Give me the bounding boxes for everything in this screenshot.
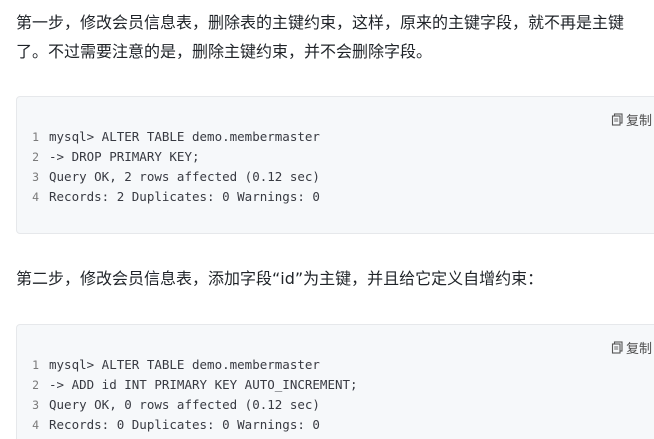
code-line: 3 Query OK, 0 rows affected (0.12 sec) [17, 395, 358, 415]
code-lines: 1 mysql> ALTER TABLE demo.membermaster 2-… [17, 127, 320, 207]
code-lines: 1 mysql> ALTER TABLE demo.membermaster 2-… [17, 355, 358, 435]
code-text: Records: 2 Duplicates: 0 Warnings: 0 [49, 189, 320, 204]
code-line: 1 mysql> ALTER TABLE demo.membermaster [17, 355, 358, 375]
code-text: Query OK, 0 rows affected (0.12 sec) [49, 397, 320, 412]
copy-icon [611, 341, 624, 354]
code-line: 1 mysql> ALTER TABLE demo.membermaster [17, 127, 320, 147]
line-number: 2 [32, 378, 39, 392]
paragraph-step-two: 第二步，修改会员信息表，添加字段“id”为主键，并且给它定义自增约束： [16, 264, 654, 293]
paragraph-line: 第一步，修改会员信息表，删除表的主键约束，这样，原来的主键字段，就不再是主键 [16, 13, 625, 32]
copy-button[interactable]: 复制 [611, 338, 652, 357]
code-line: 4 Records: 0 Duplicates: 0 Warnings: 0 [17, 415, 358, 435]
code-text: Records: 0 Duplicates: 0 Warnings: 0 [49, 417, 320, 432]
paragraph-line: 第二步，修改会员信息表，添加字段“id”为主键，并且给它定义自增约束： [16, 269, 544, 288]
code-line: 4 Records: 2 Duplicates: 0 Warnings: 0 [17, 187, 320, 207]
code-line: 2 -> DROP PRIMARY KEY; [17, 147, 320, 167]
code-text: -> ADD id INT PRIMARY KEY AUTO_INCREMENT… [49, 377, 358, 392]
code-text: -> DROP PRIMARY KEY; [49, 149, 200, 164]
code-line: 3 Query OK, 2 rows affected (0.12 sec) [17, 167, 320, 187]
copy-icon [611, 113, 624, 126]
code-text: mysql> ALTER TABLE demo.membermaster [49, 129, 320, 144]
code-block-add-id-primary-key: 复制 1 mysql> ALTER TABLE demo.membermaster… [16, 324, 654, 439]
line-number: 2 [32, 150, 39, 164]
code-text: Query OK, 2 rows affected (0.12 sec) [49, 169, 320, 184]
paragraph-step-one: 第一步，修改会员信息表，删除表的主键约束，这样，原来的主键字段，就不再是主键 了… [16, 8, 654, 66]
line-number: 3 [32, 398, 39, 412]
code-text: mysql> ALTER TABLE demo.membermaster [49, 357, 320, 372]
line-number: 1 [32, 130, 39, 144]
line-number: 4 [32, 418, 39, 432]
copy-label: 复制 [626, 114, 653, 129]
copy-label: 复制 [626, 342, 653, 357]
line-number: 4 [32, 190, 39, 204]
copy-button[interactable]: 复制 [611, 110, 652, 129]
code-block-drop-primary-key: 复制 1 mysql> ALTER TABLE demo.membermaster… [16, 96, 654, 234]
line-number: 3 [32, 170, 39, 184]
line-number: 1 [32, 358, 39, 372]
code-line: 2 -> ADD id INT PRIMARY KEY AUTO_INCREMEN… [17, 375, 358, 395]
paragraph-line: 了。不过需要注意的是，删除主键约束，并不会删除字段。 [16, 42, 433, 61]
